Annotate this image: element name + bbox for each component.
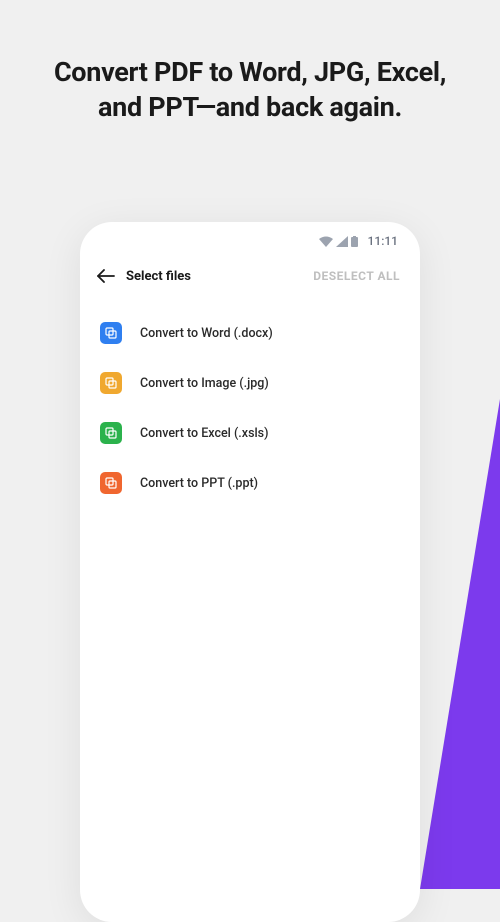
decorative-triangle: [420, 399, 500, 889]
option-convert-word[interactable]: Convert to Word (.docx): [100, 308, 400, 358]
option-convert-image[interactable]: Convert to Image (.jpg): [100, 358, 400, 408]
status-icons: [319, 236, 358, 247]
deselect-all-button[interactable]: DESELECT ALL: [313, 269, 400, 283]
ppt-icon: [100, 472, 122, 494]
page-headline: Convert PDF to Word, JPG, Excel, and PPT…: [0, 0, 500, 125]
conversion-options-list: Convert to Word (.docx) Convert to Image…: [80, 300, 420, 516]
option-convert-excel[interactable]: Convert to Excel (.xsls): [100, 408, 400, 458]
app-header: Select files DESELECT ALL: [80, 260, 420, 300]
option-label: Convert to Image (.jpg): [140, 376, 269, 391]
signal-icon: [336, 236, 348, 247]
header-left: Select files: [96, 266, 191, 286]
image-icon: [100, 372, 122, 394]
status-bar: 11:11: [80, 222, 420, 260]
wifi-icon: [319, 236, 333, 247]
phone-frame: 11:11 Select files DESELECT ALL Convert …: [80, 222, 420, 922]
option-label: Convert to Excel (.xsls): [140, 426, 269, 441]
option-label: Convert to Word (.docx): [140, 326, 273, 341]
battery-icon: [351, 236, 358, 247]
word-icon: [100, 322, 122, 344]
option-convert-ppt[interactable]: Convert to PPT (.ppt): [100, 458, 400, 508]
excel-icon: [100, 422, 122, 444]
option-label: Convert to PPT (.ppt): [140, 476, 258, 491]
header-title: Select files: [126, 269, 191, 284]
back-arrow-icon[interactable]: [96, 266, 116, 286]
status-time: 11:11: [368, 234, 398, 248]
